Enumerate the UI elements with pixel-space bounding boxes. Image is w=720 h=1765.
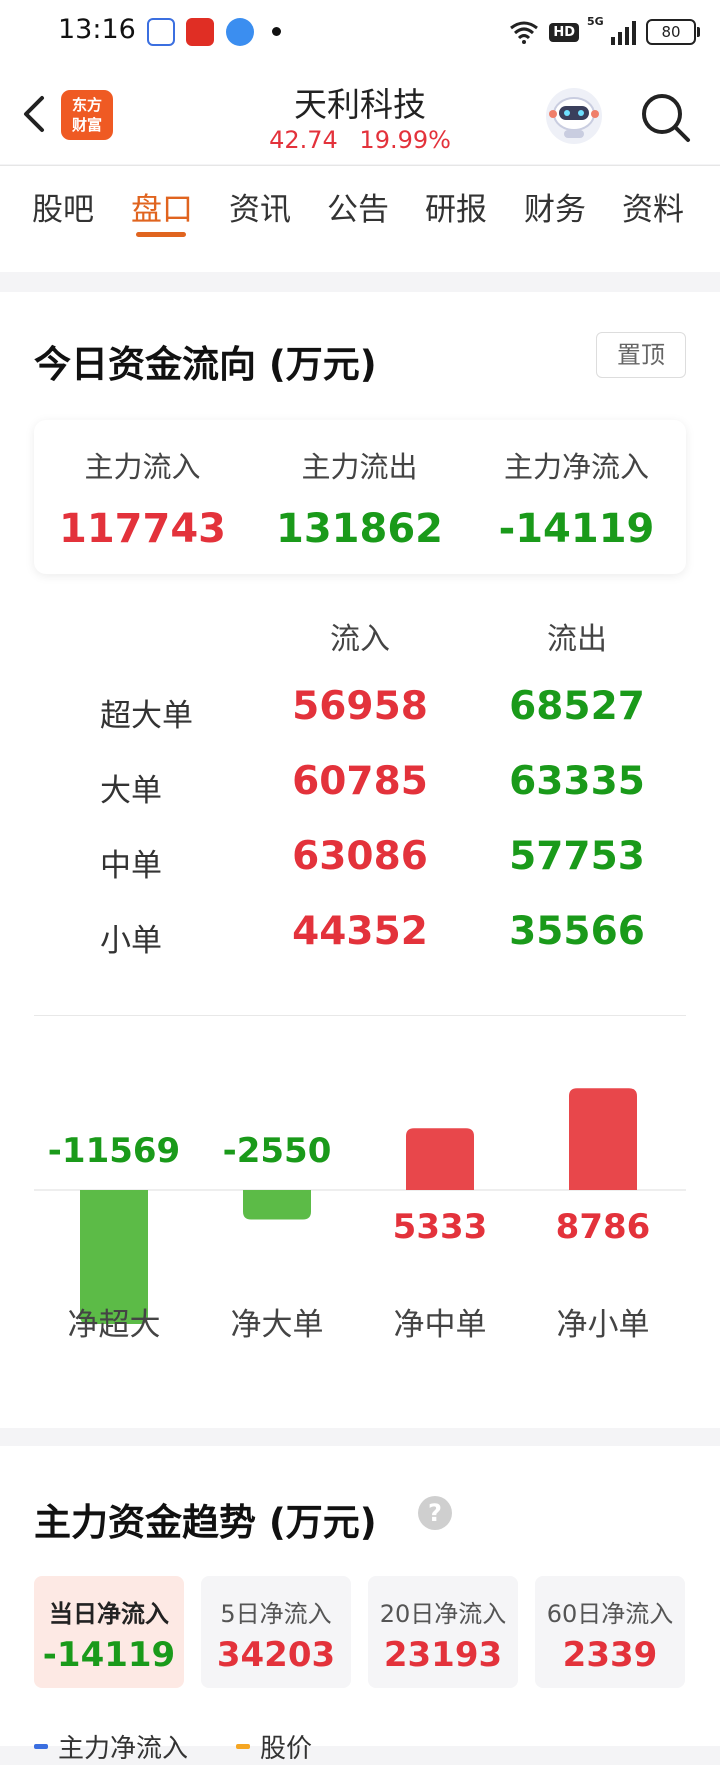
flow-outflow-value: 35566 (509, 909, 645, 954)
trend-title: 主力资金趋势 (万元) (34, 1501, 377, 1544)
main-flow-summary: 主力流入 117743 主力流出 131862 主力净流入 -14119 (34, 420, 686, 574)
battery-icon: 80 (646, 19, 700, 45)
trend-tab-today[interactable]: 当日净流入 -14119 (34, 1576, 184, 1688)
flow-row-medium: 中单 63086 57753 (0, 830, 720, 890)
capital-flow-card: 今日资金流向 (万元) 置顶 主力流入 117743 主力流出 131862 主… (0, 292, 720, 1428)
section-tabs: 股吧 盘口 资讯 公告 研报 财务 资料 (0, 165, 720, 243)
flow-inflow-value: 63086 (292, 834, 428, 879)
flow-row-large: 大单 60785 63335 (0, 755, 720, 815)
legend-item-price: 股价 (236, 1728, 312, 1765)
net-flow-bar (569, 1088, 637, 1190)
active-tab-indicator (136, 232, 186, 237)
summary-main-outflow: 主力流出 131862 (251, 420, 468, 552)
stock-header: 东方 财富 天利科技 42.74 19.99% (0, 64, 720, 164)
stock-change-pct: 19.99% (359, 126, 451, 154)
legend-label: 主力净流入 (58, 1734, 189, 1764)
net-flow-bar (243, 1190, 311, 1220)
stock-name: 天利科技 (294, 85, 426, 124)
net-flow-category-label: 净大单 (231, 1307, 324, 1343)
flow-row-small: 小单 44352 35566 (0, 905, 720, 965)
tab-finance[interactable]: 财务 (524, 184, 586, 229)
legend-swatch (34, 1744, 48, 1749)
question-icon[interactable]: ? (418, 1496, 452, 1530)
flow-row-label: 大单 (100, 773, 162, 809)
net-flow-bar-chart: -11569 净超大 -2550 净大单 5333 净中单 8786 净小单 (34, 1088, 686, 1343)
tab-profile[interactable]: 资料 (622, 184, 684, 229)
summary-main-inflow: 主力流入 117743 (34, 420, 251, 552)
tab-pankou[interactable]: 盘口 (131, 184, 193, 229)
flow-outflow-value: 63335 (509, 759, 645, 804)
flow-row-label: 超大单 (100, 698, 193, 734)
summary-main-net-inflow: 主力净流入 -14119 (468, 420, 685, 552)
signal-icon: 5G (587, 15, 636, 45)
summary-label: 主力净流入 (503, 450, 649, 484)
tab-research[interactable]: 研报 (425, 184, 487, 229)
status-bar: 13:16 HD 5G 80 (0, 0, 720, 64)
trend-tab-label: 5日净流入 (220, 1600, 332, 1628)
trend-tab-label: 当日净流入 (49, 1600, 169, 1628)
net-flow-data-label: 8786 (556, 1207, 651, 1247)
trend-tab-label: 60日净流入 (546, 1600, 674, 1628)
baidu-app-icon (147, 18, 175, 46)
tab-announcements[interactable]: 公告 (327, 184, 389, 229)
summary-value: 131862 (276, 506, 443, 552)
net-flow-bar (80, 1190, 148, 1324)
stock-price: 42.74 (269, 126, 338, 154)
summary-value: 117743 (59, 506, 226, 552)
flow-row-label: 小单 (100, 923, 162, 959)
net-flow-bar (406, 1128, 474, 1190)
outflow-column-header: 流出 (547, 622, 607, 657)
legend-swatch (236, 1744, 251, 1749)
flow-row-label: 中单 (100, 848, 162, 884)
trend-legend: 主力净流入 股价 (34, 1728, 312, 1765)
robot-assistant-icon[interactable] (544, 86, 604, 146)
flow-row-super-large: 超大单 56958 68527 (0, 680, 720, 740)
flow-outflow-value: 57753 (509, 834, 645, 879)
flow-inflow-value: 44352 (292, 909, 428, 954)
pinduoduo-app-icon (186, 18, 214, 46)
net-flow-category-label: 净中单 (394, 1307, 487, 1343)
pin-to-top-button[interactable]: 置顶 (596, 332, 686, 378)
price-line: 42.74 19.99% (0, 126, 720, 154)
net-flow-category-label: 净小单 (557, 1307, 650, 1343)
flow-inflow-value: 60785 (292, 759, 428, 804)
net-flow-category-label: 净超大 (68, 1307, 161, 1343)
hd-icon: HD (549, 22, 579, 42)
net-flow-data-label: -11569 (48, 1131, 180, 1171)
summary-label: 主力流入 (84, 450, 201, 484)
trend-tab-5day[interactable]: 5日净流入 34203 (201, 1576, 351, 1688)
trend-tab-value: 2339 (562, 1635, 658, 1675)
net-flow-data-label: 5333 (393, 1207, 488, 1247)
trend-tab-value: 23193 (383, 1635, 503, 1675)
status-time: 13:16 (58, 14, 136, 45)
capital-flow-title: 今日资金流向 (万元) (34, 343, 377, 386)
inflow-column-header: 流入 (330, 622, 390, 657)
notification-dot-icon (272, 27, 281, 36)
section-divider (34, 1015, 686, 1016)
flow-inflow-value: 56958 (292, 684, 428, 729)
network-type-label: 5G (587, 15, 604, 28)
trend-tab-value: -14119 (42, 1635, 176, 1675)
tabs-spacer (0, 242, 720, 272)
tab-news[interactable]: 资讯 (229, 184, 291, 229)
trend-tab-label: 20日净流入 (379, 1600, 507, 1628)
main-capital-trend-card: 主力资金趋势 (万元) ? 当日净流入 -14119 5日净流入 34203 2… (0, 1446, 720, 1764)
wifi-icon (510, 21, 539, 44)
net-flow-data-label: -2550 (223, 1131, 332, 1171)
legend-label: 股价 (260, 1734, 313, 1764)
legend-item-main-net: 主力净流入 (34, 1728, 188, 1765)
flow-outflow-value: 68527 (509, 684, 645, 729)
search-icon[interactable] (638, 90, 694, 146)
trend-tab-20day[interactable]: 20日净流入 23193 (368, 1576, 518, 1688)
browser-app-icon (226, 18, 254, 46)
trend-tab-60day[interactable]: 60日净流入 2339 (535, 1576, 685, 1688)
summary-label: 主力流出 (301, 450, 418, 484)
trend-tab-value: 34203 (216, 1635, 336, 1675)
summary-value: -14119 (498, 506, 655, 552)
tab-guba[interactable]: 股吧 (32, 184, 94, 229)
